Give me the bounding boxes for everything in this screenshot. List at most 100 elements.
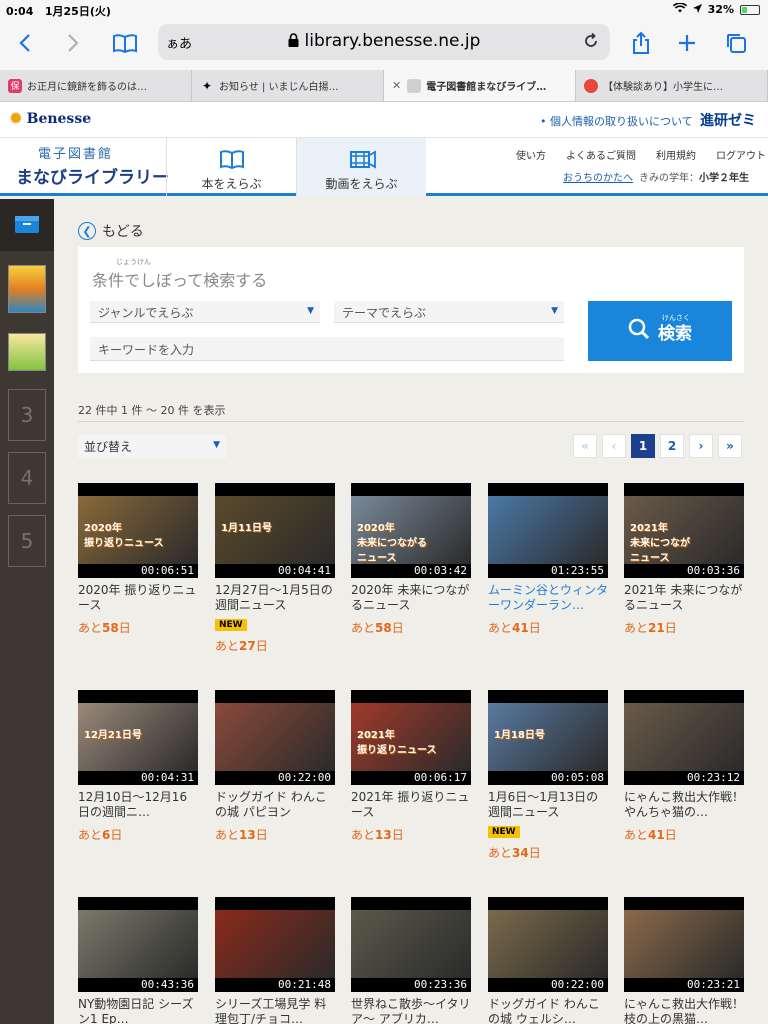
search-button[interactable]: けんさく 検索	[588, 301, 732, 361]
days-remaining: あと13日	[351, 828, 404, 842]
video-thumbnail[interactable]: 12月21日号 00:04:31	[78, 690, 198, 785]
back-link[interactable]: ❮ もどる	[78, 221, 144, 241]
video-thumbnail[interactable]: 01:23:55	[488, 483, 608, 578]
close-tab-icon[interactable]: ✕	[392, 79, 401, 92]
video-card[interactable]: 00:43:36 NY動物園日記 シーズン1 Ep…	[78, 897, 198, 1024]
video-thumbnail[interactable]: 1月18日号 00:05:08	[488, 690, 608, 785]
bookmarks-icon[interactable]	[110, 29, 140, 57]
privacy-link[interactable]: • 個人情報の取り扱いについて	[540, 113, 693, 129]
video-thumbnail[interactable]: 2020年 未来につながる ニュース 00:03:42	[351, 483, 471, 578]
video-title[interactable]: ドッグガイド わんこの城 ウェルシ…	[488, 997, 608, 1024]
video-card[interactable]: 12月21日号 00:04:31 12月10日〜12月16日の週間ニ… あと6日	[78, 690, 198, 843]
video-card[interactable]: 2021年 未来につなが ニュース 00:03:36 2021年 未来につながるニュ…	[624, 483, 744, 636]
video-card[interactable]: 00:21:48 シリーズ工場見学 料理包丁/チョコ…	[215, 897, 335, 1024]
faq-link[interactable]: よくあるご質問	[566, 151, 636, 162]
video-thumbnail[interactable]: 00:22:00	[215, 690, 335, 785]
status-bar: 0:04 1月25日(火) 32%	[0, 0, 768, 20]
thumbnail-image	[488, 496, 608, 564]
keyword-input[interactable]: キーワードを入力	[90, 337, 564, 361]
logout-link[interactable]: ログアウト	[716, 151, 766, 162]
video-thumbnail[interactable]: 00:21:48	[215, 897, 335, 992]
video-thumbnail[interactable]: 00:22:00	[488, 897, 608, 992]
video-card[interactable]: 2021年 振り返りニュース 00:06:17 2021年 振り返りニュースあと13…	[351, 690, 471, 843]
video-card[interactable]: 00:23:36 世界ねこ散歩〜イタリア〜 アブリカ…	[351, 897, 471, 1024]
new-tab-icon[interactable]	[672, 29, 702, 57]
video-card[interactable]: 01:23:55 ムーミン谷とウィンターワンダーラン… あと41日	[488, 483, 608, 636]
video-title[interactable]: 2021年 振り返りニュース	[351, 790, 471, 820]
video-thumbnail[interactable]: 00:23:36	[351, 897, 471, 992]
parent-link[interactable]: おうちのかたへ	[563, 173, 633, 184]
forward-icon[interactable]	[58, 29, 88, 57]
video-title[interactable]: シリーズ工場見学 料理包丁/チョコ…	[215, 997, 335, 1024]
video-card[interactable]: 00:23:21 にゃんこ救出大作戦！枝の上の黒猫…	[624, 897, 744, 1024]
browser-tab-active[interactable]: ✕ 電子図書館まなびライブ…	[384, 70, 576, 101]
page-2-button[interactable]: 2	[660, 434, 684, 458]
video-card[interactable]: 2020年 振り返りニュース 00:06:51 2020年 振り返りニュースあと58…	[78, 483, 198, 636]
prev-page-button[interactable]: ‹	[602, 434, 626, 458]
empty-slot: 4	[8, 452, 46, 504]
reload-icon[interactable]	[582, 32, 600, 53]
theme-select[interactable]: テーマでえらぶ ▼	[334, 301, 564, 323]
browser-tab[interactable]: 【体験談あり】小学生に…	[576, 70, 768, 101]
video-title[interactable]: 2021年 未来につながるニュース	[624, 583, 744, 613]
genre-select[interactable]: ジャンルでえらぶ ▼	[90, 301, 320, 323]
library-logo[interactable]: まなびライブラリー	[16, 163, 169, 188]
video-card[interactable]: 00:22:00 ドッグガイド わんこの城 ウェルシ…	[488, 897, 608, 1024]
shelf-toggle[interactable]	[0, 199, 54, 251]
address-bar[interactable]: ぁあ library.benesse.ne.jp	[158, 24, 610, 60]
video-card[interactable]: 00:22:00 ドッグガイド わんこの城 パピヨン あと13日	[215, 690, 335, 843]
terms-link[interactable]: 利用規約	[656, 151, 696, 162]
nav-videos[interactable]: 動画をえらぶ	[296, 138, 426, 196]
video-thumbnail[interactable]: 2021年 未来につなが ニュース 00:03:36	[624, 483, 744, 578]
tabs-overview-icon[interactable]	[721, 29, 751, 57]
video-title[interactable]: 2020年 未来につながるニュース	[351, 583, 471, 613]
video-thumbnail[interactable]: 00:23:21	[624, 897, 744, 992]
video-title[interactable]: 12月10日〜12月16日の週間ニ…	[78, 790, 198, 820]
browser-toolbar: ぁあ library.benesse.ne.jp	[0, 20, 768, 70]
video-title[interactable]: NY動物園日記 シーズン1 Ep…	[78, 997, 198, 1024]
chevron-left-icon: ❮	[78, 222, 96, 240]
recent-book-2[interactable]	[8, 333, 46, 371]
share-icon[interactable]	[626, 29, 656, 57]
video-thumbnail[interactable]: 00:43:36	[78, 897, 198, 992]
benesse-logo[interactable]: ✺ Benesse	[10, 111, 91, 127]
video-title[interactable]: ムーミン谷とウィンターワンダーラン…	[488, 583, 608, 613]
browser-tab[interactable]: ✦ お知らせ | いまじん白揚…	[192, 70, 384, 101]
video-title[interactable]: 1月6日〜1月13日の週間ニュース	[488, 790, 608, 820]
days-remaining: あと6日	[78, 828, 123, 842]
video-title[interactable]: 12月27日〜1月5日の週間ニュース	[215, 583, 335, 613]
video-thumbnail[interactable]: 00:23:12	[624, 690, 744, 785]
video-title[interactable]: ドッグガイド わんこの城 パピヨン	[215, 790, 335, 820]
video-title[interactable]: 世界ねこ散歩〜イタリア〜 アブリカ…	[351, 997, 471, 1024]
video-card[interactable]: 00:23:12 にゃんこ救出大作戦！やんちゃ猫の… あと41日	[624, 690, 744, 843]
video-title[interactable]: 2020年 振り返りニュース	[78, 583, 198, 613]
video-thumbnail[interactable]: 1月11日号 00:04:41	[215, 483, 335, 578]
video-thumbnail[interactable]: 2021年 振り返りニュース 00:06:17	[351, 690, 471, 785]
first-page-button[interactable]: «	[573, 434, 597, 458]
video-title[interactable]: にゃんこ救出大作戦！枝の上の黒猫…	[624, 997, 744, 1024]
video-duration: 00:23:12	[687, 771, 740, 784]
video-duration: 00:03:36	[687, 564, 740, 577]
days-remaining: あと58日	[78, 621, 131, 635]
next-page-button[interactable]: ›	[689, 434, 713, 458]
video-title[interactable]: にゃんこ救出大作戦！やんちゃ猫の…	[624, 790, 744, 820]
nav-books[interactable]: 本をえらぶ	[166, 138, 296, 196]
days-remaining: あと41日	[624, 828, 677, 842]
browser-tab[interactable]: 保 お正月に鏡餅を飾るのは…	[0, 70, 192, 101]
zemi-logo[interactable]: 進研ゼミ	[700, 110, 756, 130]
video-card[interactable]: 1月11日号 00:04:41 12月27日〜1月5日の週間ニュース NEW あと27日	[215, 483, 335, 654]
page-1-button[interactable]: 1	[631, 434, 655, 458]
tab-favicon: 保	[8, 78, 22, 93]
browser-tab-bar: 保 お正月に鏡餅を飾るのは… ✦ お知らせ | いまじん白揚… ✕ 電子図書館ま…	[0, 70, 768, 102]
search-icon	[628, 318, 650, 345]
recent-book-1[interactable]	[8, 265, 46, 313]
video-card[interactable]: 2020年 未来につながる ニュース 00:03:42 2020年 未来につながるニ…	[351, 483, 471, 636]
last-page-button[interactable]: »	[718, 434, 742, 458]
back-icon[interactable]	[10, 29, 40, 57]
divider	[78, 421, 744, 422]
howto-link[interactable]: 使い方	[516, 151, 546, 162]
video-card[interactable]: 1月18日号 00:05:08 1月6日〜1月13日の週間ニュース NEW あと34日	[488, 690, 608, 861]
sort-select[interactable]: 並び替え ▼	[78, 434, 226, 458]
video-thumbnail[interactable]: 2020年 振り返りニュース 00:06:51	[78, 483, 198, 578]
empty-slot: 5	[8, 515, 46, 567]
